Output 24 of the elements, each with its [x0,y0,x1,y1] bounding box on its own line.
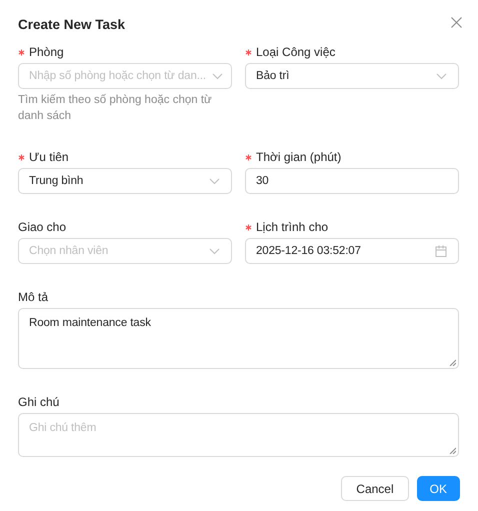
field-label: Phòng [29,44,64,61]
input-field[interactable]: 30 [245,168,459,194]
resize-grip-icon [449,359,456,366]
field-label: Lịch trình cho [256,219,328,236]
cancel-button[interactable]: Cancel [341,476,409,501]
field-label: Giao cho [18,219,66,236]
field-label: Ưu tiên [29,149,69,166]
chevron-down-icon [209,248,220,254]
field-label: Loại Công việc [256,44,336,61]
field-label: Thời gian (phút) [256,149,342,166]
select-field[interactable]: Trung bình [18,168,232,194]
dialog-title: Create New Task [18,16,126,32]
select-field[interactable]: Bảo trì [245,63,459,89]
close-icon[interactable] [451,16,462,28]
text-area[interactable]: Room maintenance task [18,308,459,369]
chevron-down-icon [212,72,224,80]
field-label: Ghi chú [18,394,60,411]
chevron-down-icon [436,72,447,80]
date-field[interactable]: 2025-12-16 03:52:07 [245,238,459,264]
help-text: Tìm kiếm theo số phòng hoặc chọn từ danh sách [18,93,213,124]
calendar-icon [435,245,447,257]
resize-grip-icon [449,447,456,454]
chevron-down-icon [209,178,220,184]
field-label: Mô tả [18,289,48,306]
